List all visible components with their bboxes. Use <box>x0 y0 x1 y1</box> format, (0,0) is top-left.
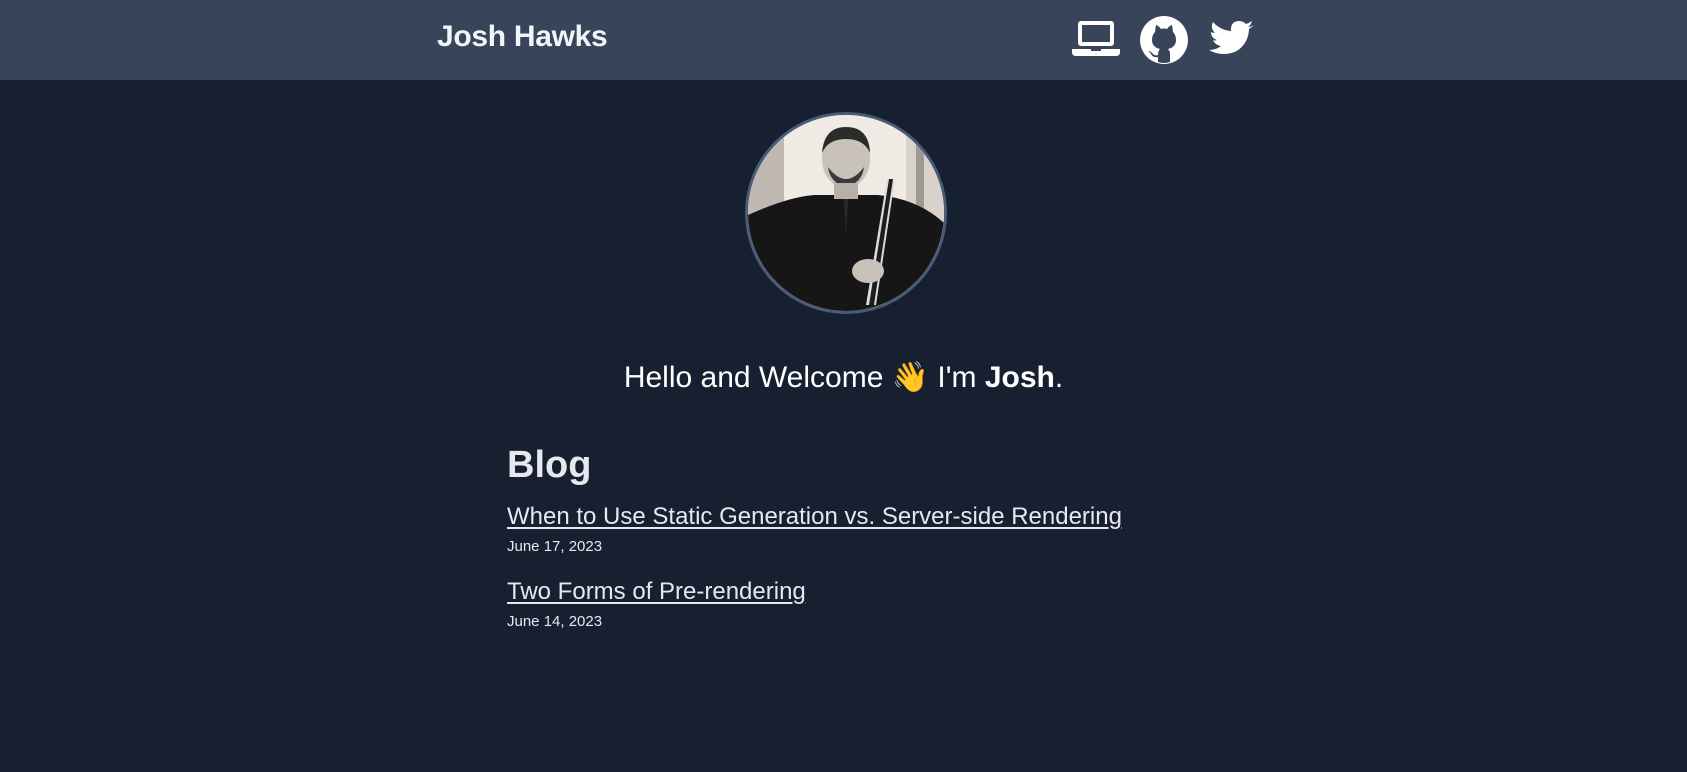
github-icon[interactable] <box>1138 14 1190 66</box>
blog-post-item: When to Use Static Generation vs. Server… <box>507 502 1207 555</box>
social-nav <box>1070 14 1258 66</box>
twitter-icon[interactable] <box>1206 14 1258 66</box>
blog-post-link[interactable]: When to Use Static Generation vs. Server… <box>507 502 1122 532</box>
blog-heading: Blog <box>507 444 592 486</box>
laptop-icon[interactable] <box>1070 14 1122 66</box>
site-header: Josh Hawks <box>0 0 1687 80</box>
blog-post-item: Two Forms of Pre-rendering June 14, 2023 <box>507 577 1207 630</box>
blog-post-date: June 17, 2023 <box>507 538 603 555</box>
blog-post-date: June 14, 2023 <box>507 613 603 630</box>
welcome-message: Hello and Welcome 👋 I'm Josh. <box>623 361 1064 394</box>
greeting-name: Josh <box>984 361 1055 394</box>
blog-post-link[interactable]: Two Forms of Pre-rendering <box>507 577 806 607</box>
blog-section: Blog When to Use Static Generation vs. S… <box>507 440 1207 630</box>
site-title-link[interactable]: Josh Hawks <box>437 20 608 54</box>
profile-photo <box>745 112 947 314</box>
wave-emoji: 👋 <box>891 361 930 394</box>
